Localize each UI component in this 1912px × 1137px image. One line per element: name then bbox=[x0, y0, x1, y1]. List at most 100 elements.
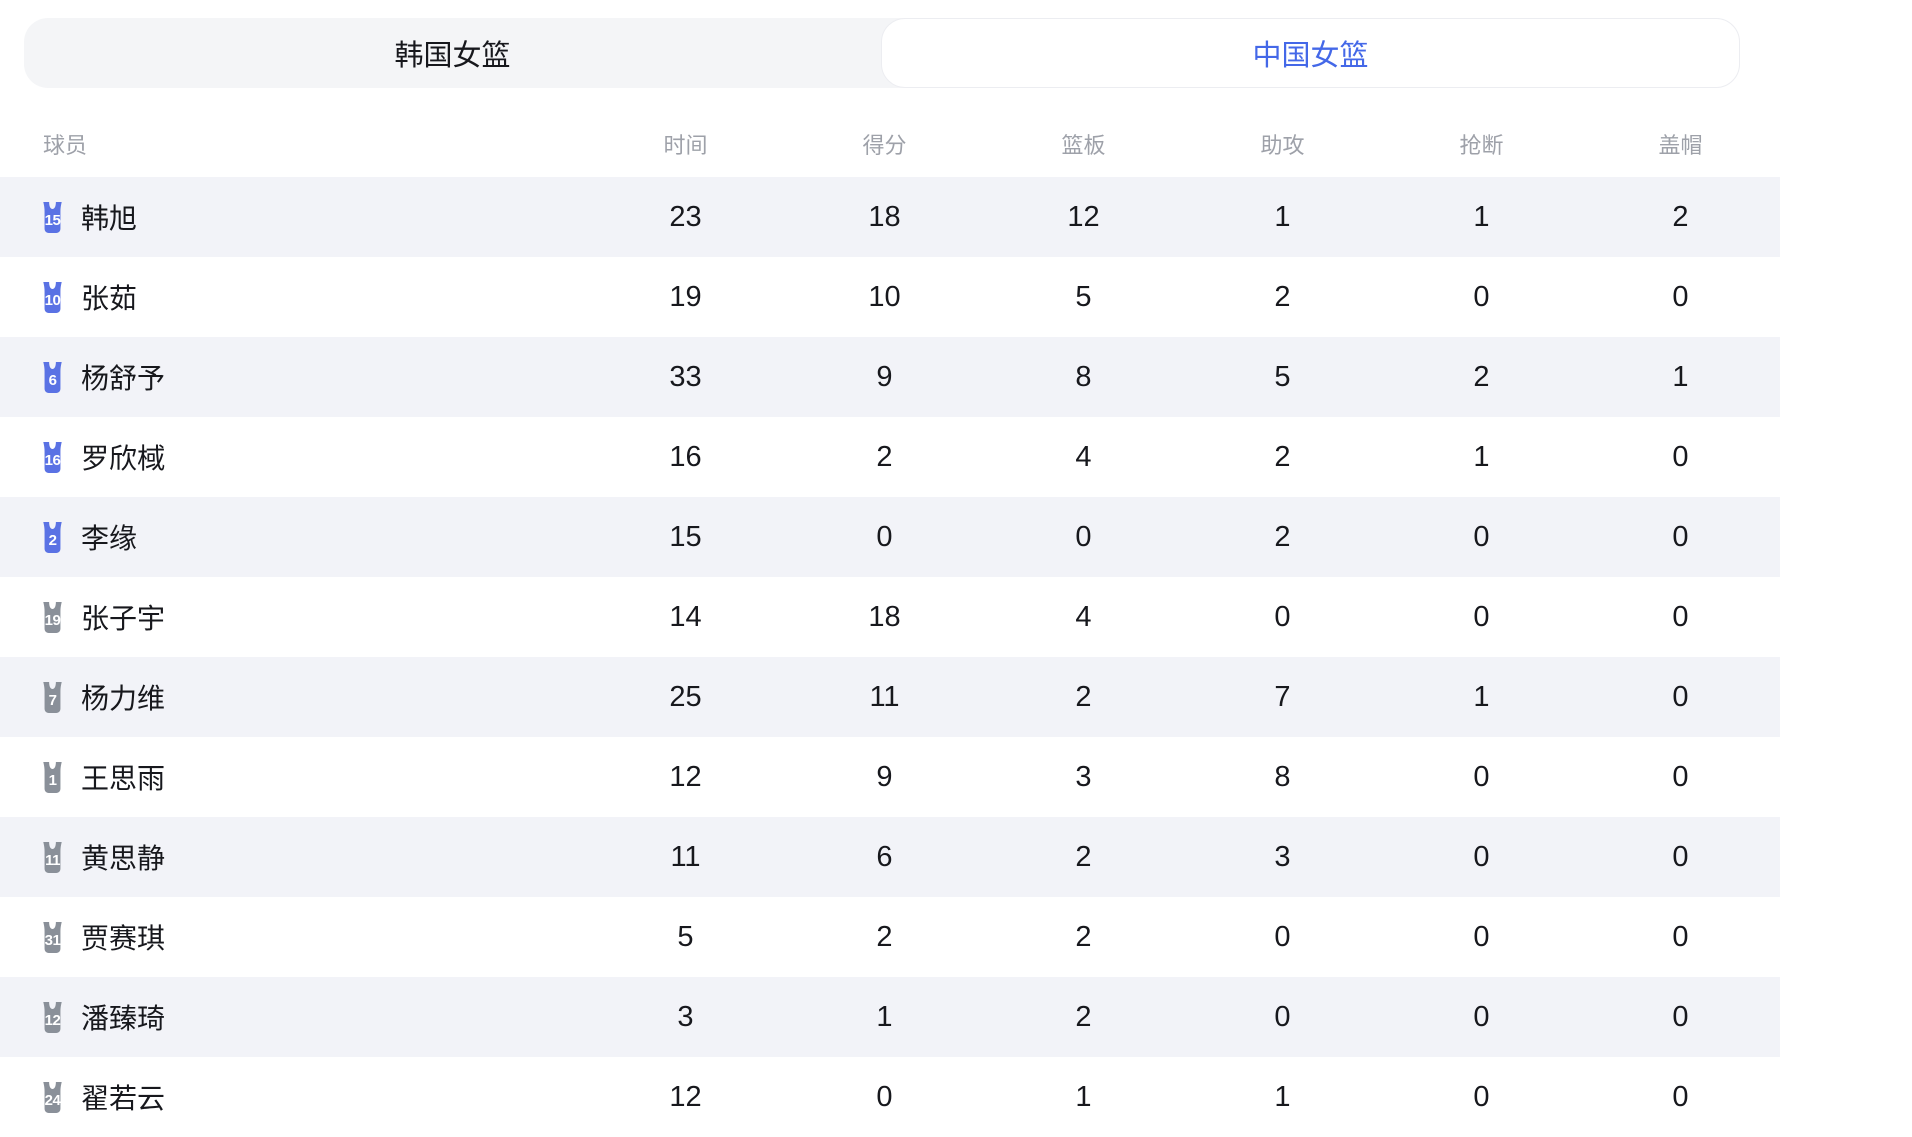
column-header-player: 球员 bbox=[0, 128, 586, 160]
table-row[interactable]: 7 杨力维 25 11 2 7 1 0 bbox=[0, 657, 1780, 737]
jersey-number: 11 bbox=[37, 853, 68, 868]
jersey-icon: 10 bbox=[37, 281, 68, 314]
stat-cell-assists: 8 bbox=[1183, 761, 1382, 794]
tab-korea-team[interactable]: 韩国女篮 bbox=[24, 18, 881, 88]
player-cell: 10 张茹 bbox=[0, 277, 586, 317]
jersey-number: 7 bbox=[37, 693, 68, 708]
table-row[interactable]: 19 张子宇 14 18 4 0 0 0 bbox=[0, 577, 1780, 657]
stat-cell-minutes: 15 bbox=[586, 521, 785, 554]
stat-cell-rebounds: 3 bbox=[984, 761, 1183, 794]
stat-cell-assists: 0 bbox=[1183, 921, 1382, 954]
stat-cell-minutes: 12 bbox=[586, 1081, 785, 1114]
stat-cell-steals: 0 bbox=[1382, 281, 1581, 314]
stat-cell-points: 9 bbox=[785, 361, 984, 394]
tab-china-team[interactable]: 中国女篮 bbox=[881, 18, 1740, 88]
column-header-assists: 助攻 bbox=[1183, 128, 1382, 160]
jersey-icon: 24 bbox=[37, 1081, 68, 1114]
stat-cell-blocks: 0 bbox=[1581, 441, 1780, 474]
stat-cell-rebounds: 4 bbox=[984, 441, 1183, 474]
player-name: 翟若云 bbox=[81, 1077, 165, 1117]
table-row[interactable]: 12 潘臻琦 3 1 2 0 0 0 bbox=[0, 977, 1780, 1057]
stat-cell-steals: 1 bbox=[1382, 201, 1581, 234]
stat-cell-minutes: 16 bbox=[586, 441, 785, 474]
player-cell: 7 杨力维 bbox=[0, 677, 586, 717]
stat-cell-assists: 2 bbox=[1183, 441, 1382, 474]
player-name: 杨力维 bbox=[81, 677, 165, 717]
stat-cell-rebounds: 0 bbox=[984, 521, 1183, 554]
column-header-points: 得分 bbox=[785, 128, 984, 160]
player-cell: 24 翟若云 bbox=[0, 1077, 586, 1117]
stat-cell-steals: 0 bbox=[1382, 761, 1581, 794]
stat-cell-points: 11 bbox=[785, 681, 984, 714]
table-row[interactable]: 10 张茹 19 10 5 2 0 0 bbox=[0, 257, 1780, 337]
jersey-icon: 19 bbox=[37, 601, 68, 634]
team-tab-bar: 韩国女篮 中国女篮 bbox=[24, 18, 1740, 88]
stat-cell-rebounds: 2 bbox=[984, 1001, 1183, 1034]
column-header-blocks: 盖帽 bbox=[1581, 128, 1780, 160]
stat-cell-rebounds: 2 bbox=[984, 841, 1183, 874]
column-header-steals: 抢断 bbox=[1382, 128, 1581, 160]
table-header-row: 球员 时间 得分 篮板 助攻 抢断 盖帽 bbox=[0, 110, 1780, 177]
stat-cell-minutes: 5 bbox=[586, 921, 785, 954]
player-name: 贾赛琪 bbox=[81, 917, 165, 957]
jersey-number: 15 bbox=[37, 213, 68, 228]
table-row[interactable]: 2 李缘 15 0 0 2 0 0 bbox=[0, 497, 1780, 577]
stat-cell-assists: 1 bbox=[1183, 1081, 1382, 1114]
stat-cell-blocks: 0 bbox=[1581, 921, 1780, 954]
stat-cell-assists: 1 bbox=[1183, 201, 1382, 234]
stat-cell-minutes: 33 bbox=[586, 361, 785, 394]
stat-cell-assists: 3 bbox=[1183, 841, 1382, 874]
stat-cell-rebounds: 4 bbox=[984, 601, 1183, 634]
stat-cell-blocks: 0 bbox=[1581, 521, 1780, 554]
stat-cell-blocks: 1 bbox=[1581, 361, 1780, 394]
table-row[interactable]: 15 韩旭 23 18 12 1 1 2 bbox=[0, 177, 1780, 257]
stat-cell-steals: 1 bbox=[1382, 681, 1581, 714]
player-cell: 16 罗欣棫 bbox=[0, 437, 586, 477]
player-name: 王思雨 bbox=[81, 757, 165, 797]
stat-cell-points: 18 bbox=[785, 601, 984, 634]
stat-cell-points: 6 bbox=[785, 841, 984, 874]
stat-cell-assists: 5 bbox=[1183, 361, 1382, 394]
player-cell: 31 贾赛琪 bbox=[0, 917, 586, 957]
table-row[interactable]: 16 罗欣棫 16 2 4 2 1 0 bbox=[0, 417, 1780, 497]
table-row[interactable]: 11 黄思静 11 6 2 3 0 0 bbox=[0, 817, 1780, 897]
tab-korea-label: 韩国女篮 bbox=[394, 32, 510, 74]
stat-cell-points: 0 bbox=[785, 1081, 984, 1114]
player-name: 黄思静 bbox=[81, 837, 165, 877]
player-name: 张茹 bbox=[81, 277, 137, 317]
jersey-icon: 6 bbox=[37, 361, 68, 394]
stat-cell-points: 0 bbox=[785, 521, 984, 554]
stat-cell-points: 9 bbox=[785, 761, 984, 794]
stat-cell-steals: 2 bbox=[1382, 361, 1581, 394]
player-stats-table: 球员 时间 得分 篮板 助攻 抢断 盖帽 15 韩旭 23 18 12 1 1 … bbox=[0, 110, 1780, 1137]
jersey-number: 6 bbox=[37, 373, 68, 388]
jersey-icon: 12 bbox=[37, 1001, 68, 1034]
table-row[interactable]: 24 翟若云 12 0 1 1 0 0 bbox=[0, 1057, 1780, 1137]
stat-cell-points: 1 bbox=[785, 1001, 984, 1034]
player-table-body: 15 韩旭 23 18 12 1 1 2 10 张茹 19 10 5 2 0 0 bbox=[0, 177, 1780, 1137]
table-row[interactable]: 6 杨舒予 33 9 8 5 2 1 bbox=[0, 337, 1780, 417]
stat-cell-minutes: 12 bbox=[586, 761, 785, 794]
stat-cell-points: 10 bbox=[785, 281, 984, 314]
player-name: 潘臻琦 bbox=[81, 997, 165, 1037]
player-cell: 11 黄思静 bbox=[0, 837, 586, 877]
player-name: 张子宇 bbox=[81, 597, 165, 637]
tab-china-label: 中国女篮 bbox=[1252, 32, 1368, 74]
stat-cell-minutes: 3 bbox=[586, 1001, 785, 1034]
table-row[interactable]: 1 王思雨 12 9 3 8 0 0 bbox=[0, 737, 1780, 817]
stat-cell-blocks: 0 bbox=[1581, 681, 1780, 714]
stat-cell-steals: 0 bbox=[1382, 921, 1581, 954]
stat-cell-rebounds: 8 bbox=[984, 361, 1183, 394]
stat-cell-assists: 0 bbox=[1183, 1001, 1382, 1034]
stat-cell-steals: 0 bbox=[1382, 601, 1581, 634]
jersey-number: 2 bbox=[37, 533, 68, 548]
player-cell: 6 杨舒予 bbox=[0, 357, 586, 397]
table-row[interactable]: 31 贾赛琪 5 2 2 0 0 0 bbox=[0, 897, 1780, 977]
player-cell: 12 潘臻琦 bbox=[0, 997, 586, 1037]
stat-cell-blocks: 0 bbox=[1581, 761, 1780, 794]
stat-cell-blocks: 0 bbox=[1581, 281, 1780, 314]
jersey-number: 19 bbox=[37, 613, 68, 628]
jersey-number: 10 bbox=[37, 293, 68, 308]
stat-cell-minutes: 23 bbox=[586, 201, 785, 234]
player-name: 韩旭 bbox=[81, 197, 137, 237]
